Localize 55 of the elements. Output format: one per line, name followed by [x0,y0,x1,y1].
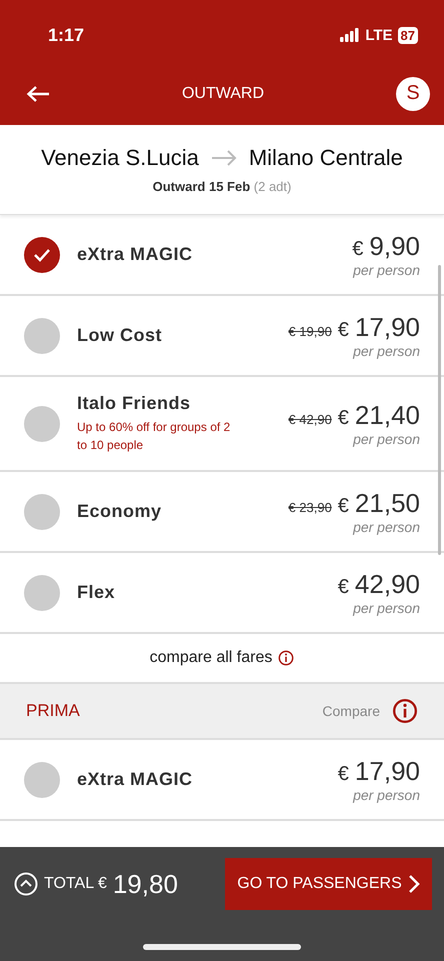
go-to-passengers-button[interactable]: GO TO PASSENGERS [225,858,432,910]
info-icon[interactable] [278,650,294,666]
currency-symbol: € [338,763,349,786]
destination-station: Milano Centrale [248,145,403,171]
price-unit: per person [353,600,420,616]
price-unit: per person [353,262,420,278]
fare-name: eXtra MAGIC [77,244,194,265]
fare-price: 9,90 [369,231,420,262]
radio-button[interactable] [24,762,60,798]
chevron-right-icon [408,874,420,894]
fare-price: 17,90 [354,312,420,343]
radio-button[interactable] [24,406,60,442]
total-amount: 19,80 [112,868,178,900]
currency-symbol: € [338,576,349,599]
total-label: TOTAL € [44,875,107,893]
old-price: € 23,90 [288,500,332,515]
radio-button[interactable] [24,318,60,354]
fare-note: Up to 60% off for groups of 2 to 10 people [77,419,232,454]
fare-name: Italo Friends [77,393,192,414]
battery-level: 87 [398,26,418,44]
travel-date: Outward 15 Feb (2 adt) [152,179,292,194]
old-price: € 42,90 [288,412,332,427]
user-avatar[interactable]: S [396,76,430,110]
radio-button[interactable] [24,574,60,610]
old-price: € 19,90 [288,324,332,339]
fare-name: Economy [77,501,163,522]
currency-symbol: € [338,495,349,518]
checkmark-icon [33,248,51,262]
price-unit: per person [353,787,420,803]
price-unit: per person [353,431,420,447]
price-unit: per person [353,343,420,359]
page-title: OUTWARD [182,84,264,102]
origin-station: Venezia S.Lucia [41,145,199,171]
radio-button[interactable] [24,494,60,530]
fare-name: eXtra MAGIC [77,769,194,790]
compare-fares-link[interactable]: compare all fares [150,649,272,667]
price-unit: per person [353,519,420,535]
signal-icon [340,28,360,42]
network-type: LTE [365,26,393,44]
fare-price: 21,40 [354,400,420,431]
fare-price: 42,90 [354,569,420,600]
class-title: PRIMA [26,701,80,721]
fare-name: Flex [77,582,116,603]
back-arrow-icon[interactable] [26,84,50,102]
expand-up-icon[interactable] [14,872,38,896]
currency-symbol: € [338,407,349,430]
fare-name: Low Cost [77,325,163,346]
currency-symbol: € [338,319,349,342]
currency-symbol: € [352,238,364,261]
radio-button[interactable] [24,236,60,272]
status-time: 1:17 [48,24,84,46]
fare-price: 21,50 [354,488,420,519]
info-icon[interactable] [392,698,418,724]
arrow-icon [210,150,237,166]
fare-price: 17,90 [354,756,420,787]
